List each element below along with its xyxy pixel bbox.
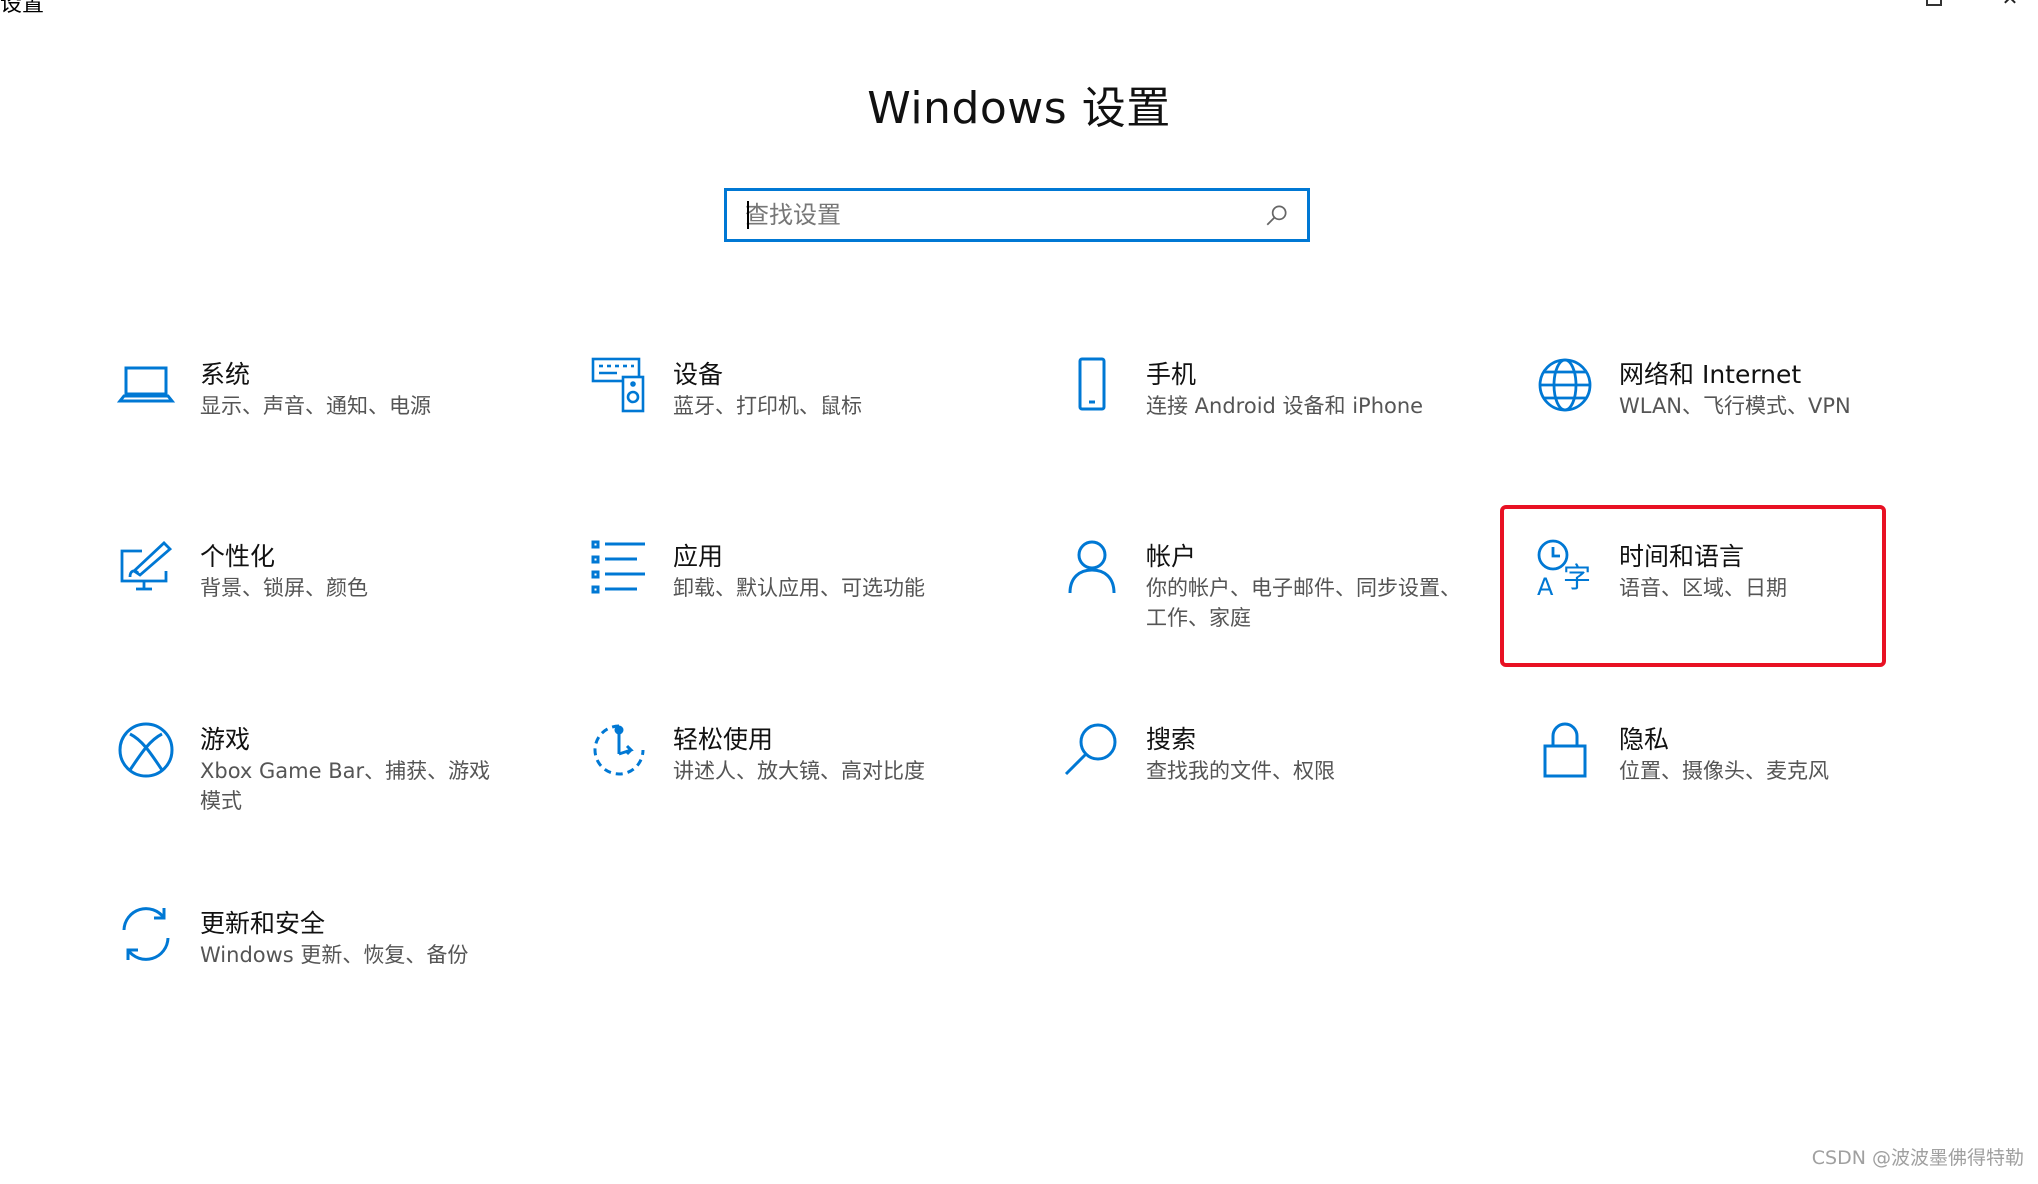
tile-search-name: 搜索 bbox=[1146, 725, 1197, 754]
tile-privacy-name: 隐私 bbox=[1619, 725, 1670, 754]
tile-privacy-desc: 位置、摄像头、麦克风 bbox=[1619, 759, 1829, 783]
tile-phone-desc: 连接 Android 设备和 iPhone bbox=[1146, 394, 1424, 418]
tile-gaming[interactable]: 游戏 Xbox Game Bar、捕获、游戏模式 bbox=[88, 720, 518, 850]
tile-accounts-desc: 你的帐户、电子邮件、同步设置、工作、家庭 bbox=[1146, 576, 1461, 630]
search-input[interactable] bbox=[727, 191, 1257, 239]
xbox-icon bbox=[116, 720, 176, 780]
tile-apps-name: 应用 bbox=[673, 542, 724, 571]
ease-of-access-icon bbox=[589, 720, 649, 780]
tile-phone[interactable]: 手机 连接 Android 设备和 iPhone bbox=[1034, 355, 1464, 485]
tile-personalization-desc: 背景、锁屏、颜色 bbox=[200, 576, 368, 600]
lock-icon bbox=[1535, 720, 1595, 780]
text-caret bbox=[747, 201, 749, 229]
window-title: 设置 bbox=[0, 0, 45, 17]
tile-search-desc: 查找我的文件、权限 bbox=[1146, 759, 1335, 783]
settings-window: 设置 ✕ Windows 设置 系统 显示、声音、通知、电源 bbox=[0, 0, 2038, 1184]
page-title: Windows 设置 bbox=[867, 83, 1171, 134]
tile-personalization[interactable]: 个性化 背景、锁屏、颜色 bbox=[88, 537, 518, 667]
update-sync-icon bbox=[116, 904, 176, 964]
tile-network-desc: WLAN、飞行模式、VPN bbox=[1619, 394, 1851, 418]
personalization-icon bbox=[116, 537, 176, 597]
devices-icon bbox=[589, 355, 649, 415]
close-icon: ✕ bbox=[2002, 0, 2019, 10]
tile-system-desc: 显示、声音、通知、电源 bbox=[200, 394, 431, 418]
search-icon bbox=[1062, 720, 1122, 780]
tile-system[interactable]: 系统 显示、声音、通知、电源 bbox=[88, 355, 518, 485]
close-button[interactable]: ✕ bbox=[2000, 0, 2020, 10]
laptop-icon bbox=[116, 355, 176, 415]
apps-list-icon bbox=[589, 537, 649, 597]
tile-devices[interactable]: 设备 蓝牙、打印机、鼠标 bbox=[561, 355, 991, 485]
tile-ease-of-access[interactable]: 轻松使用 讲述人、放大镜、高对比度 bbox=[561, 720, 991, 850]
tile-update-security[interactable]: 更新和安全 Windows 更新、恢复、备份 bbox=[88, 904, 518, 1034]
tile-update-security-desc: Windows 更新、恢复、备份 bbox=[200, 943, 469, 967]
tile-devices-name: 设备 bbox=[673, 360, 724, 389]
search-box[interactable] bbox=[724, 188, 1310, 242]
tile-privacy[interactable]: 隐私 位置、摄像头、麦克风 bbox=[1507, 720, 1937, 850]
tile-gaming-desc: Xbox Game Bar、捕获、游戏模式 bbox=[200, 759, 491, 813]
tile-ease-of-access-desc: 讲述人、放大镜、高对比度 bbox=[673, 759, 925, 783]
tile-network[interactable]: 网络和 Internet WLAN、飞行模式、VPN bbox=[1507, 355, 1937, 485]
person-icon bbox=[1062, 537, 1122, 597]
tile-ease-of-access-name: 轻松使用 bbox=[673, 725, 774, 754]
search-icon[interactable] bbox=[1257, 195, 1297, 235]
phone-icon bbox=[1062, 355, 1122, 415]
tile-update-security-name: 更新和安全 bbox=[200, 909, 326, 938]
maximize-icon bbox=[1926, 0, 1942, 6]
tile-personalization-name: 个性化 bbox=[200, 542, 276, 571]
globe-icon bbox=[1535, 355, 1595, 415]
tile-apps-desc: 卸载、默认应用、可选功能 bbox=[673, 576, 925, 600]
window-controls: ✕ bbox=[1924, 0, 2020, 10]
tile-devices-desc: 蓝牙、打印机、鼠标 bbox=[673, 394, 862, 418]
tile-phone-name: 手机 bbox=[1146, 360, 1197, 389]
tile-apps[interactable]: 应用 卸载、默认应用、可选功能 bbox=[561, 537, 991, 667]
watermark: CSDN @波波墨佛得特勒 bbox=[1811, 1147, 2024, 1169]
tile-gaming-name: 游戏 bbox=[200, 725, 251, 754]
tile-network-name: 网络和 Internet bbox=[1619, 360, 1802, 389]
tile-accounts-name: 帐户 bbox=[1146, 542, 1197, 571]
tile-system-name: 系统 bbox=[200, 360, 251, 389]
highlight-box bbox=[1500, 505, 1886, 667]
tile-accounts[interactable]: 帐户 你的帐户、电子邮件、同步设置、工作、家庭 bbox=[1034, 537, 1464, 667]
maximize-button[interactable] bbox=[1924, 0, 1944, 8]
tile-search[interactable]: 搜索 查找我的文件、权限 bbox=[1034, 720, 1464, 850]
